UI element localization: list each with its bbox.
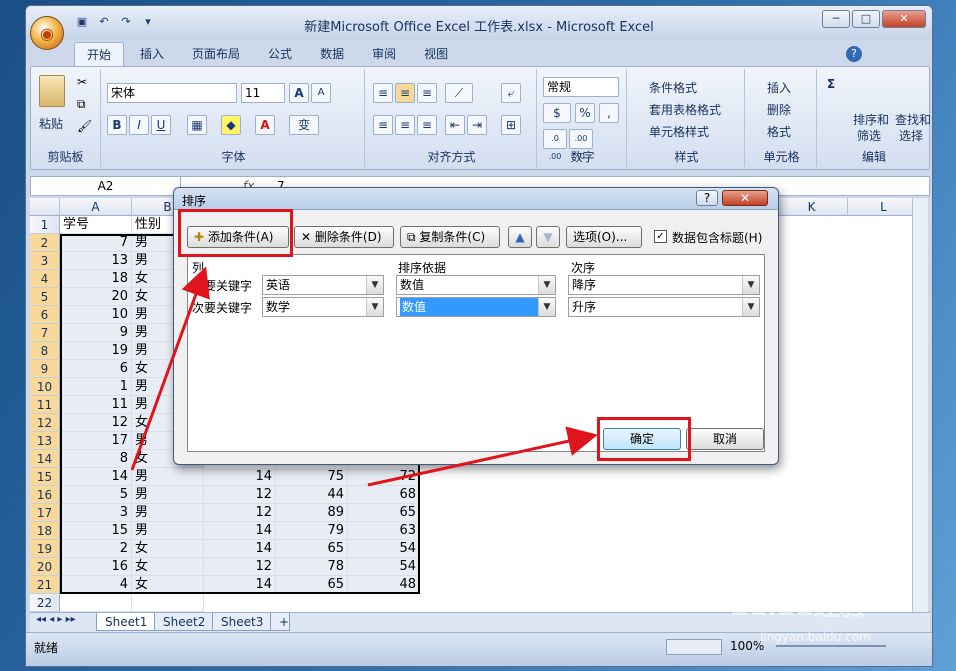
baidu-watermark: Baidu经验 [730, 592, 866, 622]
arrow-to-ok [367, 426, 598, 487]
annotation-arrows [130, 266, 598, 487]
arrow-to-add-condition [130, 266, 210, 471]
baidu-watermark-url: jingyan.baidu.com [760, 630, 871, 644]
